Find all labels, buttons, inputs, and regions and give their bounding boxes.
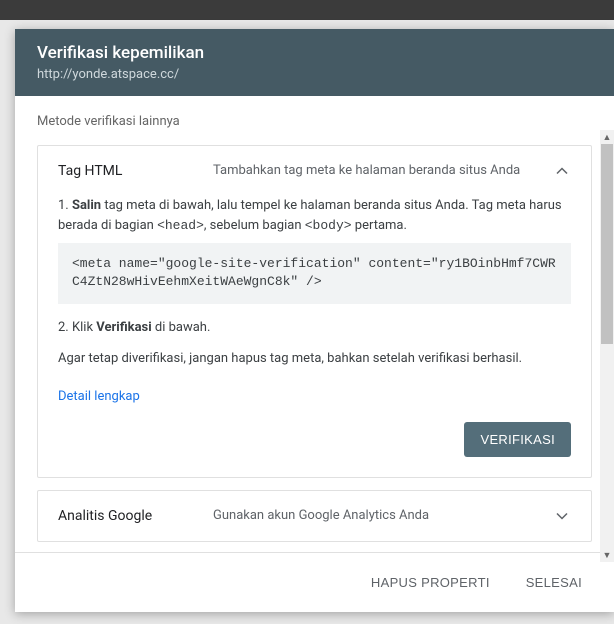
remove-property-button[interactable]: HAPUS PROPERTI <box>361 567 500 598</box>
panel-title: Analitis Google <box>58 508 213 524</box>
scrollbar-track[interactable] <box>600 144 614 548</box>
scrollbar-thumb[interactable] <box>601 144 613 344</box>
panel-description: Tambahkan tag meta ke halaman beranda si… <box>213 162 553 180</box>
panel-body: 1. Salin tag meta di bawah, lalu tempel … <box>38 196 591 476</box>
verification-note: Agar tetap diverifikasi, jangan hapus ta… <box>58 349 571 369</box>
modal-title: Verifikasi kepemilikan <box>37 43 592 63</box>
modal-body: Metode verifikasi lainnya Tag HTML Tamba… <box>15 96 614 552</box>
panel-title: Tag HTML <box>58 163 213 179</box>
modal-footer: HAPUS PROPERTI SELESAI <box>15 552 614 612</box>
step-2: 2. Klik Verifikasi di bawah. <box>58 318 571 338</box>
verify-button[interactable]: VERIFIKASI <box>464 422 571 457</box>
detail-link[interactable]: Detail lengkap <box>58 389 140 404</box>
other-methods-label: Metode verifikasi lainnya <box>15 96 614 133</box>
scroll-down-arrow[interactable]: ▼ <box>600 548 614 562</box>
scroll-up-arrow[interactable]: ▲ <box>600 130 614 144</box>
meta-tag-code[interactable]: <meta name="google-site-verification" co… <box>58 243 571 303</box>
modal-header: Verifikasi kepemilikan http://yonde.atsp… <box>15 29 614 96</box>
panel-description: Gunakan akun Google Analytics Anda <box>213 507 553 525</box>
chevron-up-icon <box>553 162 571 180</box>
modal-subtitle: http://yonde.atspace.cc/ <box>37 67 592 82</box>
html-tag-panel: Tag HTML Tambahkan tag meta ke halaman b… <box>37 145 592 478</box>
ga-panel-header[interactable]: Analitis Google Gunakan akun Google Anal… <box>38 491 591 541</box>
step-1: 1. Salin tag meta di bawah, lalu tempel … <box>58 196 571 235</box>
google-analytics-panel: Analitis Google Gunakan akun Google Anal… <box>37 490 592 542</box>
html-tag-panel-header[interactable]: Tag HTML Tambahkan tag meta ke halaman b… <box>38 146 591 196</box>
done-button[interactable]: SELESAI <box>516 567 592 598</box>
verification-modal: Verifikasi kepemilikan http://yonde.atsp… <box>15 29 614 612</box>
chevron-down-icon <box>553 507 571 525</box>
